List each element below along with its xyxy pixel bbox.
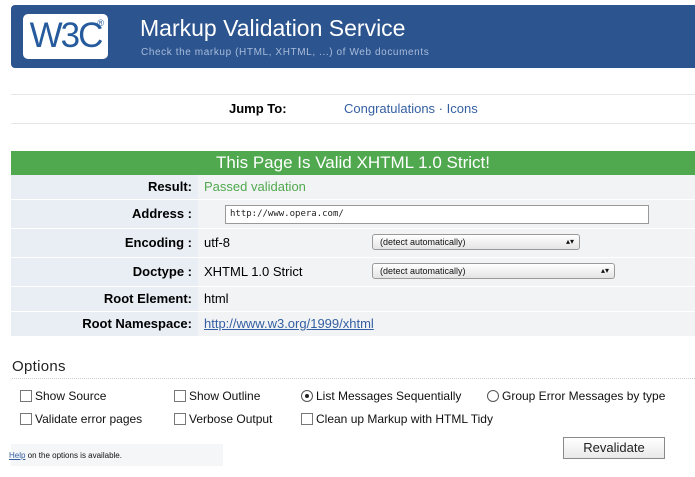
option-clean-up[interactable]: Clean up Markup with HTML Tidy <box>301 412 493 426</box>
help-rest: on the options is available. <box>25 451 122 460</box>
doctype-value: XHTML 1.0 Strict <box>204 264 303 279</box>
validate-error-pages-checkbox[interactable] <box>20 413 32 425</box>
show-outline-label: Show Outline <box>189 389 261 403</box>
registered-mark: ® <box>97 18 104 28</box>
address-row: Address : http://www.opera.com/ <box>11 200 695 229</box>
clean-up-checkbox[interactable] <box>301 413 313 425</box>
address-input[interactable]: http://www.opera.com/ <box>225 205 649 224</box>
help-text: Help on the options is available. <box>9 451 122 460</box>
doctype-row: Doctype : XHTML 1.0 Strict (detect autom… <box>11 258 695 287</box>
root-namespace-cell: http://www.w3.org/1999/xhtml <box>198 312 695 336</box>
clean-up-label: Clean up Markup with HTML Tidy <box>316 412 493 426</box>
address-label: Address : <box>11 200 198 228</box>
validate-error-pages-label: Validate error pages <box>35 412 143 426</box>
option-list-sequential[interactable]: List Messages Sequentially <box>301 389 461 403</box>
jump-to-bar: Jump To: Congratulations · Icons <box>11 94 695 124</box>
updown-arrows-icon: ▴▾ <box>565 237 574 246</box>
encoding-select-value: (detect automatically) <box>380 237 466 247</box>
root-namespace-row: Root Namespace: http://www.w3.org/1999/x… <box>11 312 695 337</box>
show-source-checkbox[interactable] <box>20 390 32 402</box>
jump-link-congratulations[interactable]: Congratulations <box>344 101 435 116</box>
valid-banner: This Page Is Valid XHTML 1.0 Strict! <box>11 151 695 175</box>
revalidate-button[interactable]: Revalidate <box>563 437 665 459</box>
header-banner: W3C ® Markup Validation Service Check th… <box>11 5 695 68</box>
option-group-errors[interactable]: Group Error Messages by type <box>487 389 665 403</box>
result-table: Result: Passed validation Address : http… <box>11 175 695 337</box>
verbose-output-label: Verbose Output <box>189 412 273 426</box>
doctype-cell: XHTML 1.0 Strict (detect automatically) … <box>198 258 695 286</box>
list-sequential-radio[interactable] <box>301 390 313 402</box>
root-element-row: Root Element: html <box>11 287 695 312</box>
service-title: Markup Validation Service <box>140 15 406 41</box>
help-link[interactable]: Help <box>9 451 25 460</box>
options-divider <box>12 378 695 379</box>
root-element-label: Root Element: <box>11 287 198 311</box>
encoding-row: Encoding : utf-8 (detect automatically) … <box>11 229 695 258</box>
updown-arrows-icon: ▴▾ <box>600 266 609 275</box>
root-namespace-link[interactable]: http://www.w3.org/1999/xhtml <box>204 316 374 331</box>
verbose-output-checkbox[interactable] <box>174 413 186 425</box>
jump-separator: · <box>435 101 447 116</box>
list-sequential-label: List Messages Sequentially <box>316 389 462 403</box>
encoding-cell: utf-8 (detect automatically) ▴▾ <box>198 229 695 257</box>
result-label: Result: <box>11 175 198 199</box>
root-namespace-label: Root Namespace: <box>11 312 198 336</box>
address-cell: http://www.opera.com/ <box>198 200 695 228</box>
option-validate-error-pages[interactable]: Validate error pages <box>20 412 142 426</box>
jump-link-icons[interactable]: Icons <box>447 101 478 116</box>
root-element-value: html <box>198 287 695 311</box>
group-errors-label: Group Error Messages by type <box>502 389 666 403</box>
result-row: Result: Passed validation <box>11 175 695 200</box>
w3c-logo[interactable]: W3C ® <box>23 14 108 59</box>
jump-to-label: Jump To: <box>229 101 287 116</box>
encoding-value: utf-8 <box>204 235 231 250</box>
option-verbose-output[interactable]: Verbose Output <box>174 412 272 426</box>
jump-links: Congratulations · Icons <box>344 101 478 116</box>
group-errors-radio[interactable] <box>487 390 499 402</box>
doctype-label: Doctype : <box>11 258 198 286</box>
doctype-select-value: (detect automatically) <box>380 266 466 276</box>
encoding-label: Encoding : <box>11 229 198 257</box>
show-source-label: Show Source <box>35 389 107 403</box>
doctype-select[interactable]: (detect automatically) ▴▾ <box>372 263 615 279</box>
option-show-source[interactable]: Show Source <box>20 389 106 403</box>
show-outline-checkbox[interactable] <box>174 390 186 402</box>
service-subtitle: Check the markup (HTML, XHTML, ...) of W… <box>141 47 430 58</box>
w3c-logo-text: W3C <box>29 15 104 55</box>
option-show-outline[interactable]: Show Outline <box>174 389 260 403</box>
result-value: Passed validation <box>198 175 695 199</box>
encoding-select[interactable]: (detect automatically) ▴▾ <box>372 234 580 250</box>
options-title: Options <box>12 358 66 375</box>
